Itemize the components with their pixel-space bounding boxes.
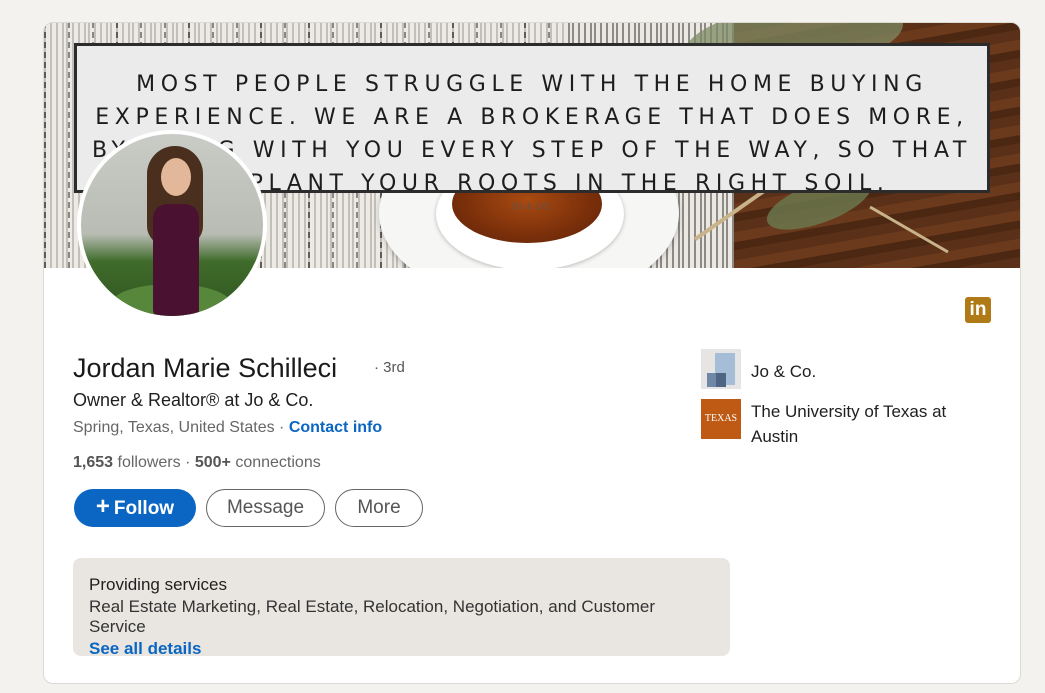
avatar-photo [81,134,263,316]
more-button[interactable]: More [335,489,423,527]
company-name: Jo & Co. [751,362,817,381]
message-button[interactable]: Message [206,489,325,527]
followers-count[interactable]: 1,653 [73,454,113,471]
company-logo-icon [701,349,741,389]
profile-stats: 1,653 followers · 500+ connections [73,454,321,472]
follow-button[interactable]: + Follow [74,489,196,527]
current-company[interactable]: Jo & Co. [701,349,981,389]
profile-location: Spring, Texas, United States [73,419,275,436]
connection-degree: · 3rd [374,359,405,376]
contact-info-link[interactable]: Contact info [289,419,382,436]
services-list: Real Estate Marketing, Real Estate, Relo… [89,597,656,636]
see-all-details-link[interactable]: See all details [89,639,714,659]
connections-count[interactable]: 500+ [195,454,231,471]
linkedin-premium-icon[interactable]: in [965,297,991,323]
plus-icon: + [95,493,110,520]
profile-location-line: Spring, Texas, United States · Contact i… [73,419,382,437]
logo-building-shape [716,373,726,387]
follow-button-label: Follow [113,498,175,519]
profile-headline: Owner & Realtor® at Jo & Co. [73,390,314,410]
school-name: The University of Texas at Austin [751,402,947,446]
followers-label[interactable]: followers [113,454,180,471]
location-separator: · [274,419,289,436]
providing-services-box[interactable]: Providing services Real Estate Marketing… [73,558,730,659]
profile-avatar[interactable] [77,130,267,320]
services-title: Providing services [89,575,227,594]
avatar-dress [153,204,199,316]
connections-label[interactable]: connections [231,454,320,471]
profile-name: Jordan Marie Schilleci [73,353,338,383]
school-logo-icon: TEXAS [701,399,741,439]
avatar-face [161,158,191,196]
stats-separator: · [180,454,195,471]
profile-card: MOST PEOPLE STRUGGLE WITH THE HOME BUYIN… [43,22,1021,684]
education-school[interactable]: TEXAS The University of Texas at Austin [701,399,981,453]
